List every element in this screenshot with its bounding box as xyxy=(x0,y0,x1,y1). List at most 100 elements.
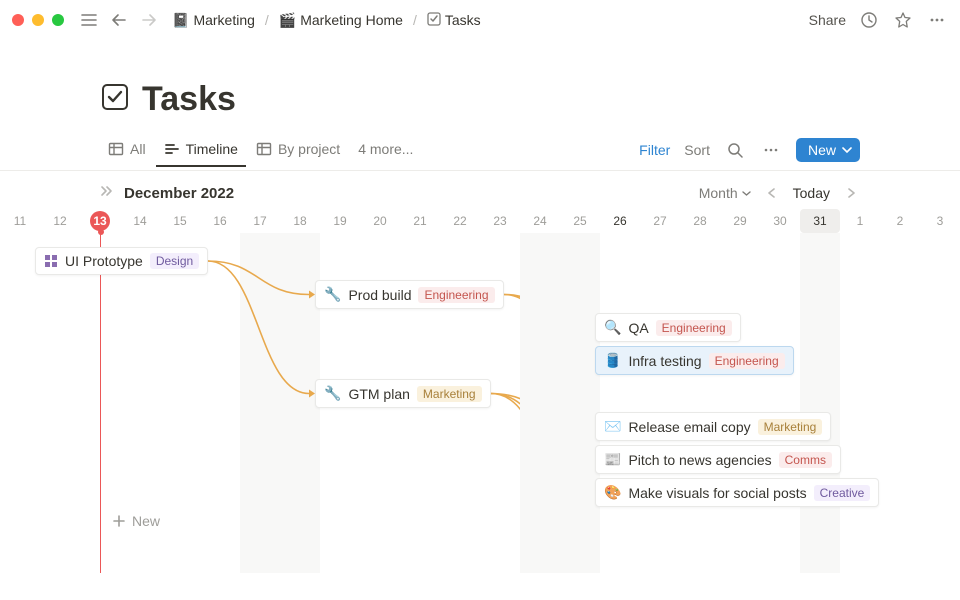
breadcrumb: 📓Marketing/🎬Marketing Home/Tasks xyxy=(168,9,801,32)
task-icon: 🔧 xyxy=(324,286,341,303)
task-title: GTM plan xyxy=(348,386,409,402)
task-title: QA xyxy=(628,320,648,336)
task-card[interactable]: 🎨 Make visuals for social posts Creative xyxy=(595,478,879,507)
task-tag: Comms xyxy=(779,452,832,468)
day-header-cell: 16 xyxy=(200,209,240,233)
search-icon[interactable] xyxy=(724,139,746,161)
view-tab[interactable]: All xyxy=(100,133,154,167)
day-header-cell: 27 xyxy=(640,209,680,233)
day-header-cell: 18 xyxy=(280,209,320,233)
filter-button[interactable]: Filter xyxy=(639,142,670,158)
day-header-cell: 23 xyxy=(480,209,520,233)
view-options-icon[interactable] xyxy=(760,139,782,161)
task-icon: 🛢️ xyxy=(604,352,621,369)
sort-button[interactable]: Sort xyxy=(684,142,710,158)
window-controls[interactable] xyxy=(12,14,64,26)
day-header-cell: 21 xyxy=(400,209,440,233)
day-header-cell: 12 xyxy=(40,209,80,233)
day-header-cell: 31 xyxy=(800,209,840,233)
task-title: Make visuals for social posts xyxy=(628,485,806,501)
task-tag: Design xyxy=(150,253,199,269)
task-tag: Engineering xyxy=(709,353,785,369)
share-button[interactable]: Share xyxy=(809,12,846,28)
day-header-cell: 1 xyxy=(840,209,880,233)
task-tag: Engineering xyxy=(656,320,732,336)
new-task-button[interactable]: New xyxy=(112,513,160,529)
breadcrumb-emoji: 🎬 xyxy=(279,12,296,29)
day-header-cell: 19 xyxy=(320,209,360,233)
task-icon xyxy=(44,254,58,268)
prev-period-button[interactable] xyxy=(763,181,781,205)
new-button[interactable]: New xyxy=(796,138,860,162)
task-tag: Creative xyxy=(814,485,871,501)
view-tabs: All Timeline By project 4 more... Filter So… xyxy=(0,129,960,171)
expand-sidebar-icon[interactable] xyxy=(100,184,114,203)
day-header-cell: 17 xyxy=(240,209,280,233)
day-header-cell: 13 xyxy=(90,211,110,231)
breadcrumb-item[interactable]: 🎬Marketing Home xyxy=(275,9,407,32)
task-card[interactable]: 🔍 QA Engineering xyxy=(595,313,741,342)
more-menu-icon[interactable] xyxy=(926,9,948,31)
task-icon: ✉️ xyxy=(604,418,621,435)
task-tag: Marketing xyxy=(758,419,823,435)
back-button[interactable] xyxy=(108,9,130,31)
view-tab-label: By project xyxy=(278,141,340,157)
today-button[interactable]: Today xyxy=(793,185,830,201)
breadcrumb-item[interactable]: 📓Marketing xyxy=(168,9,259,32)
view-tab[interactable]: Timeline xyxy=(156,133,246,167)
day-header-row: 1112131415161718192021222324252627282930… xyxy=(0,209,960,233)
task-title: Infra testing xyxy=(628,353,701,369)
month-label: December 2022 xyxy=(124,185,234,202)
chevron-down-icon xyxy=(742,189,751,198)
weekend-band xyxy=(240,233,320,573)
history-icon[interactable] xyxy=(858,9,880,31)
day-header-cell: 26 xyxy=(600,209,640,233)
day-header-cell: 14 xyxy=(120,209,160,233)
breadcrumb-item[interactable]: Tasks xyxy=(423,9,485,32)
task-title: Release email copy xyxy=(628,419,750,435)
breadcrumb-emoji xyxy=(427,12,441,29)
task-title: Prod build xyxy=(348,287,411,303)
task-icon: 📰 xyxy=(604,451,621,468)
task-icon: 🔍 xyxy=(604,319,621,336)
task-card[interactable]: 🔧Prod buildEngineering xyxy=(315,280,504,309)
view-tab[interactable]: By project xyxy=(248,133,348,167)
task-card[interactable]: 🛢️ Infra testing Engineering xyxy=(595,346,794,375)
breadcrumb-label: Tasks xyxy=(445,12,481,28)
next-period-button[interactable] xyxy=(842,181,860,205)
forward-button[interactable] xyxy=(138,9,160,31)
minimize-window-icon[interactable] xyxy=(32,14,44,26)
breadcrumb-label: Marketing xyxy=(193,12,254,28)
more-views-button[interactable]: 4 more... xyxy=(350,133,421,167)
day-header-cell: 25 xyxy=(560,209,600,233)
plus-icon xyxy=(112,514,126,528)
task-icon: 🎨 xyxy=(604,484,621,501)
weekend-band xyxy=(520,233,600,573)
task-card[interactable]: UI PrototypeDesign xyxy=(35,247,208,275)
day-header-cell: 30 xyxy=(760,209,800,233)
new-row-label: New xyxy=(132,513,160,529)
task-title: Pitch to news agencies xyxy=(628,452,771,468)
maximize-window-icon[interactable] xyxy=(52,14,64,26)
page-title[interactable]: Tasks xyxy=(142,80,236,119)
day-header-cell: 28 xyxy=(680,209,720,233)
sidebar-toggle-icon[interactable] xyxy=(78,9,100,31)
timeline-canvas[interactable]: UI PrototypeDesign 🔧 Prod build Engineering… xyxy=(0,233,960,573)
day-header-cell: 29 xyxy=(720,209,760,233)
range-mode-select[interactable]: Month xyxy=(699,185,751,201)
breadcrumb-label: Marketing Home xyxy=(300,12,403,28)
range-mode-label: Month xyxy=(699,185,738,201)
today-line xyxy=(100,233,101,573)
close-window-icon[interactable] xyxy=(12,14,24,26)
page-icon[interactable] xyxy=(100,82,130,117)
task-card[interactable]: 📰 Pitch to news agencies Comms xyxy=(595,445,841,474)
star-icon[interactable] xyxy=(892,9,914,31)
breadcrumb-emoji: 📓 xyxy=(172,12,189,29)
chevron-down-icon xyxy=(842,145,852,155)
task-card[interactable]: 🔧GTM planMarketing xyxy=(315,379,491,408)
weekend-band xyxy=(800,233,840,573)
day-header-cell: 11 xyxy=(0,209,40,233)
task-card[interactable]: ✉️ Release email copy Marketing xyxy=(595,412,831,441)
view-tab-label: All xyxy=(130,141,146,157)
day-header-cell: 2 xyxy=(880,209,920,233)
